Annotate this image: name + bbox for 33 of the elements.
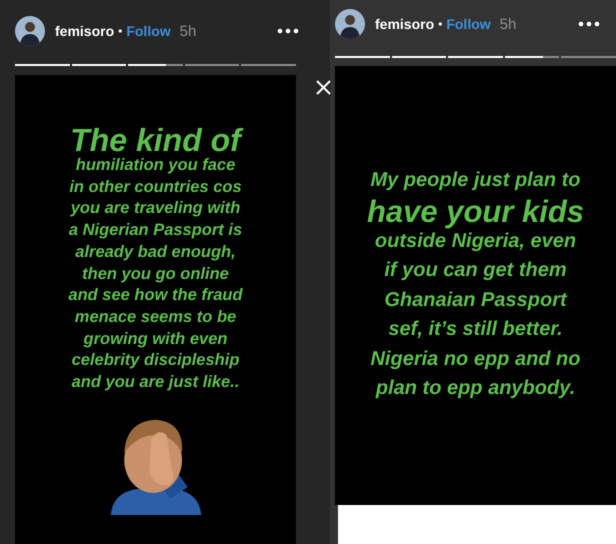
- avatar[interactable]: [15, 16, 45, 46]
- story-text-line: you are traveling with: [70, 198, 240, 220]
- story-text-line: My people just plan to: [370, 168, 580, 193]
- close-icon[interactable]: [316, 80, 331, 95]
- story-text-line: Ghanaian Passport: [384, 288, 567, 312]
- username[interactable]: femisoro: [55, 23, 114, 39]
- story-text-line: and you are just like..: [72, 372, 240, 394]
- timestamp: 5h: [500, 16, 516, 32]
- story-text-line: a Nigerian Passport is: [68, 220, 242, 242]
- story-text-line: already bad enough,: [75, 242, 236, 263]
- story-text-line: menace seems to be: [74, 306, 236, 328]
- story-text-line: celebrity discipleship: [72, 350, 240, 372]
- story-headline: The kind of: [70, 125, 241, 155]
- separator-dot: •: [118, 24, 122, 38]
- story-text-line: and see how the fraud: [68, 285, 243, 306]
- timestamp: 5h: [180, 22, 196, 40]
- story-text-line: Nigeria no epp and no: [370, 346, 580, 372]
- story-text-line: plan to epp anybody.: [376, 376, 576, 401]
- story-text-line: sef, it’s still better.: [388, 317, 563, 342]
- story-text-line: growing with even: [84, 328, 228, 350]
- username[interactable]: femisoro: [375, 16, 434, 32]
- more-icon[interactable]: [277, 28, 299, 34]
- separator-dot: •: [438, 17, 442, 31]
- follow-button[interactable]: Follow: [126, 23, 171, 39]
- avatar[interactable]: [335, 9, 365, 39]
- story-text-line: outside Nigeria, even: [374, 228, 576, 254]
- story-text-line: if you can get them: [384, 258, 567, 283]
- story-text-line: then you go online: [82, 264, 229, 285]
- story-text-line: in other countries cos: [69, 176, 242, 198]
- follow-button[interactable]: Follow: [446, 16, 491, 32]
- story-text-line: humiliation you face: [76, 155, 236, 176]
- story-headline: have your kids: [366, 196, 584, 226]
- more-icon[interactable]: [578, 21, 600, 27]
